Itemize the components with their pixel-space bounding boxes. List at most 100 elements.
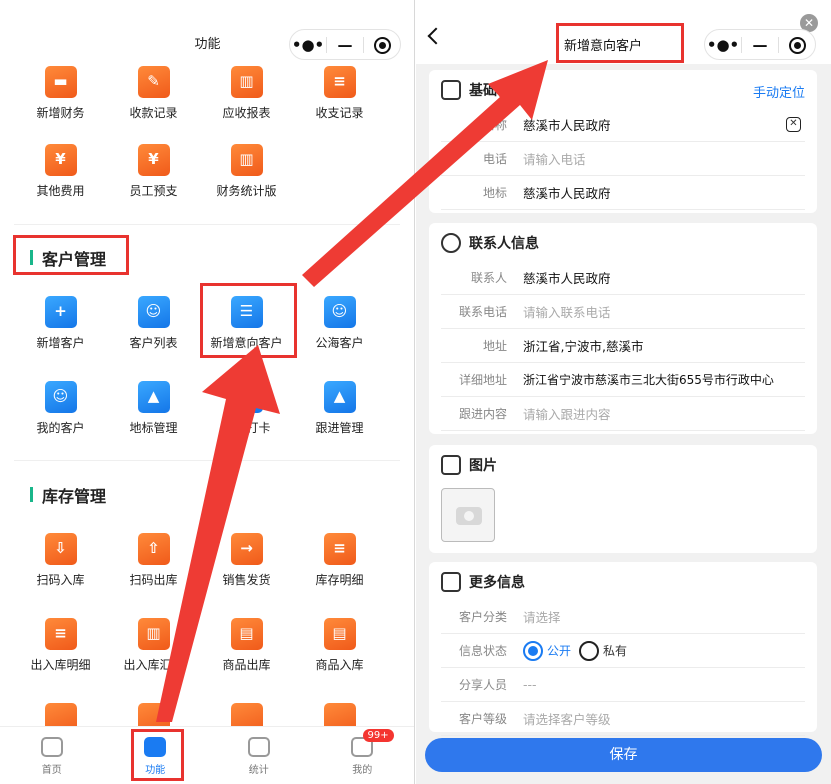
grid-item-receipt-edit[interactable]: ✎ 收款记录 — [107, 66, 200, 121]
status-public-radio[interactable] — [523, 640, 543, 661]
close-target-icon[interactable] — [364, 36, 400, 54]
tab-home[interactable]: 首页 — [0, 727, 104, 784]
contact-value[interactable]: 慈溪市人民政府 — [523, 268, 611, 287]
landmark-icon: ▲ — [137, 381, 170, 413]
close-target-icon[interactable] — [779, 36, 815, 54]
icon-glyph: ▬ — [53, 72, 68, 90]
follow-up-input[interactable]: 请输入跟进内容 — [523, 404, 611, 423]
category-row[interactable]: 客户分类 请选择 — [441, 600, 805, 634]
scan-in-icon: ⇩ — [44, 533, 77, 565]
grid-item-label: 新增客户 — [36, 336, 85, 350]
phone-input[interactable]: 请输入电话 — [523, 149, 586, 168]
icon-glyph: ▲ — [333, 387, 346, 405]
grid-item-scan-in[interactable]: ⇩ 扫码入库 — [14, 533, 107, 588]
status-private-radio[interactable] — [579, 640, 600, 661]
grid-item-label: 销售发货 — [222, 573, 271, 587]
tab-label: 我的 — [352, 765, 373, 776]
grid-item-scan-out[interactable]: ⇧ 扫码出库 — [107, 533, 200, 588]
status-public-label[interactable]: 公开 — [547, 642, 571, 659]
grid-item-checkin[interactable]: ✓ 外勤打卡 — [200, 381, 293, 436]
upload-photo-button[interactable] — [441, 488, 495, 542]
icon-glyph: ⇩ — [54, 539, 67, 557]
customer-name-row[interactable]: 名称 慈溪市人民政府 ✕ — [441, 108, 805, 142]
level-row[interactable]: 客户等级 请选择客户等级 — [441, 702, 805, 736]
grid-item-landmark[interactable]: ▲ 地标管理 — [107, 381, 200, 436]
icon-glyph: ☺ — [331, 302, 348, 320]
save-button[interactable]: 保存 — [425, 738, 822, 772]
share-label: 分享人员 — [458, 678, 507, 692]
image-title: 图片 — [469, 458, 497, 474]
follow-up-label: 跟进内容 — [458, 407, 507, 421]
icon-glyph: ☺ — [52, 387, 69, 405]
address-row[interactable]: 地址 浙江省,宁波市,慈溪市 — [441, 329, 805, 363]
grid-item-label: 新增财务 — [36, 106, 85, 120]
phone-row[interactable]: 电话 请输入电话 — [441, 142, 805, 176]
inventory-row: ≡ 出入库明细 ▥ 出入库汇总 ▤ 商品出库 ▤ 商品入库 — [14, 618, 394, 673]
category-label: 客户分类 — [458, 610, 507, 624]
grid-item-wallet[interactable]: ▬ 新增财务 — [14, 66, 107, 121]
detail-address-value[interactable]: 浙江省宁波市慈溪市三北大街655号市行政中心 — [523, 371, 774, 388]
grid-item-io-summary[interactable]: ▥ 出入库汇总 — [107, 618, 200, 673]
landmark-row[interactable]: 地标 慈溪市人民政府 — [441, 176, 805, 210]
follow-up-row[interactable]: 跟进内容 请输入跟进内容 — [441, 397, 805, 431]
back-arrow-icon[interactable] — [427, 27, 445, 45]
grid-item-label: 出入库汇总 — [123, 658, 184, 672]
category-select[interactable]: 请选择 — [523, 607, 561, 626]
level-label: 客户等级 — [458, 712, 507, 726]
more-menu-icon[interactable]: •●• — [705, 36, 741, 54]
landmark-value[interactable]: 慈溪市人民政府 — [523, 183, 611, 202]
grid-item-ship[interactable]: → 销售发货 — [200, 533, 293, 588]
grid-item-finance-stats[interactable]: ▥ 财务统计版 — [200, 144, 293, 199]
annotation-box-feature-tab — [131, 729, 184, 781]
goods-out-icon: ▤ — [230, 618, 263, 650]
status-private-label[interactable]: 私有 — [603, 642, 627, 659]
landmark-label: 地标 — [482, 186, 507, 200]
grid-item-label: 库存明细 — [315, 573, 364, 587]
grid-item-goods-out[interactable]: ▤ 商品出库 — [200, 618, 293, 673]
grid-item-stock-detail[interactable]: ≡ 库存明细 — [293, 533, 386, 588]
grid-item-my-customer[interactable]: ☺ 我的客户 — [14, 381, 107, 436]
level-select[interactable]: 请选择客户等级 — [523, 709, 611, 728]
customer-name-value[interactable]: 慈溪市人民政府 — [523, 115, 611, 134]
grid-item-yen[interactable]: ¥ 其他费用 — [14, 144, 107, 199]
icon-glyph: ✓ — [240, 387, 253, 405]
yen-ticket-icon: ¥ — [137, 144, 170, 176]
grid-item-follow-up[interactable]: ▲ 跟进管理 — [293, 381, 386, 436]
basic-info-title: 基础信 — [469, 83, 511, 99]
tab-profile[interactable]: 我的 99+ — [311, 727, 415, 784]
detail-address-row[interactable]: 详细地址 浙江省宁波市慈溪市三北大街655号市行政中心 — [441, 363, 805, 397]
grid-item-io-detail[interactable]: ≡ 出入库明细 — [14, 618, 107, 673]
manual-locate-link[interactable]: 手动定位 — [753, 82, 805, 101]
address-value[interactable]: 浙江省,宁波市,慈溪市 — [523, 336, 643, 355]
icon-glyph: ≡ — [333, 72, 346, 90]
tab-stats[interactable]: 统计 — [207, 727, 311, 784]
contact-info-title: 联系人信息 — [469, 236, 539, 252]
icon-glyph: ¥ — [148, 150, 159, 168]
grid-item-yen-ticket[interactable]: ¥ 员工预支 — [107, 144, 200, 199]
grid-item-add-user[interactable]: + 新增客户 — [14, 296, 107, 351]
notification-badge: 99+ — [362, 729, 394, 742]
grid-item-label: 跟进管理 — [315, 421, 364, 435]
contact-phone-input[interactable]: 请输入联系电话 — [523, 302, 611, 321]
grid-item-customer-card[interactable]: ☺ 客户列表 — [107, 296, 200, 351]
minimize-icon[interactable]: — — [742, 36, 778, 54]
grid-item-ledger[interactable]: ≡ 收支记录 — [293, 66, 386, 121]
grid-item-label: 我的客户 — [36, 421, 85, 435]
contact-phone-row[interactable]: 联系电话 请输入联系电话 — [441, 295, 805, 329]
left-navbar: 功能 •●• — — [0, 0, 414, 64]
minimize-icon[interactable]: — — [327, 36, 363, 54]
share-value[interactable]: --- — [523, 677, 537, 692]
tab-label: 统计 — [248, 765, 269, 776]
more-menu-icon[interactable]: •●• — [290, 36, 326, 54]
contact-phone-label: 联系电话 — [458, 305, 507, 319]
clear-icon[interactable]: ✕ — [786, 117, 801, 132]
grid-item-public-customer[interactable]: ☺ 公海客户 — [293, 296, 386, 351]
status-label: 信息状态 — [458, 644, 507, 658]
grid-item-bar-report[interactable]: ▥ 应收报表 — [200, 66, 293, 121]
grid-item-goods-in[interactable]: ▤ 商品入库 — [293, 618, 386, 673]
share-row[interactable]: 分享人员 --- — [441, 668, 805, 702]
grid-item-label: 扫码出库 — [129, 573, 178, 587]
contact-row[interactable]: 联系人 慈溪市人民政府 — [441, 261, 805, 295]
inventory-row: ⇩ 扫码入库 ⇧ 扫码出库 → 销售发货 ≡ 库存明细 — [14, 533, 394, 588]
customer-card-icon: ☺ — [137, 296, 170, 328]
